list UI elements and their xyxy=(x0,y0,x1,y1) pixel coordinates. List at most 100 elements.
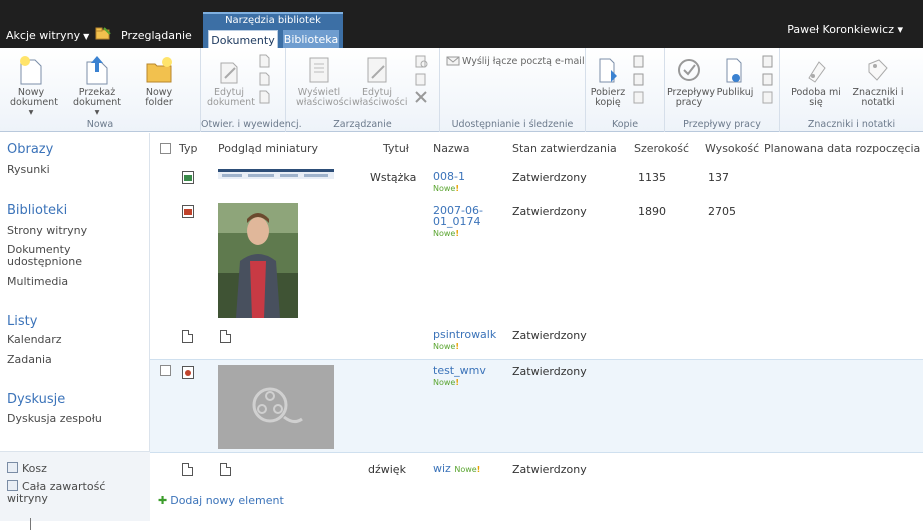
thumbnail-ribbon[interactable] xyxy=(218,169,334,179)
edit-properties-button[interactable]: Edytuj właściwości xyxy=(352,54,408,108)
version-history-icon[interactable] xyxy=(414,54,428,68)
recycle-bin-link[interactable]: Kosz xyxy=(7,462,47,475)
new-badge: Nowe! xyxy=(433,184,459,193)
row-name-link[interactable]: 008-1 Nowe! xyxy=(433,171,465,194)
workflows-button[interactable]: Przepływy pracy xyxy=(667,56,715,108)
row-name-link[interactable]: psintrowalk Nowe! xyxy=(433,329,496,352)
ql-item-multimedia[interactable]: Multimedia xyxy=(7,276,142,288)
ribbon-group-label: Znaczniki i notatki xyxy=(807,119,896,130)
thumbnail-photo[interactable] xyxy=(218,203,298,318)
go-to-source-icon[interactable] xyxy=(632,90,646,104)
ql-heading-listy[interactable]: Listy xyxy=(7,314,37,329)
image-file-icon xyxy=(182,205,194,218)
table-row[interactable]: 2007-06-01_0174 Nowe! Zatwierdzony 1890 2… xyxy=(150,199,923,319)
ql-heading-dyskusje[interactable]: Dyskusje xyxy=(7,392,65,407)
column-header-scheduled-start[interactable]: Planowana data rozpoczęcia xyxy=(764,142,920,155)
i-like-it-button[interactable]: Podoba mi się xyxy=(788,56,844,108)
edit-document-button[interactable]: Edytuj dokument xyxy=(207,60,255,108)
row-name-link[interactable]: 2007-06-01_0174 Nowe! xyxy=(433,205,485,239)
row-name-link[interactable]: test_wmv Nowe! xyxy=(433,365,486,388)
row-status: Zatwierdzony xyxy=(512,329,587,342)
column-header-approval-status[interactable]: Stan zatwierdzania xyxy=(512,142,617,155)
column-header-height[interactable]: Wysokość xyxy=(705,142,759,155)
ribbon-group-label: Udostępnianie i śledzenie xyxy=(451,119,574,130)
divider xyxy=(30,518,31,530)
new-badge: Nowe! xyxy=(433,378,459,387)
row-status: Zatwierdzony xyxy=(512,365,587,378)
email-link-icon xyxy=(446,56,460,66)
new-document-button[interactable]: Nowy dokument ▾ xyxy=(10,54,58,118)
check-in-icon[interactable] xyxy=(257,72,271,86)
ribbon-group-label: Kopie xyxy=(611,119,639,130)
ql-heading-obrazy[interactable]: Obrazy xyxy=(7,142,53,157)
ribbon-group-new: Nowy dokument ▾ Przekaż dokument ▾ Nowy … xyxy=(0,48,201,132)
table-row[interactable]: dźwięk wiz Nowe! Zatwierdzony xyxy=(150,457,923,487)
thumbnail-video[interactable] xyxy=(218,365,334,449)
publish-button[interactable]: Publikuj xyxy=(713,56,757,98)
ql-bottom-links: Kosz Cała zawartość witryny xyxy=(0,451,150,521)
discard-checkout-icon[interactable] xyxy=(257,90,271,104)
ql-heading-biblioteki[interactable]: Biblioteki xyxy=(7,203,67,218)
contextual-group-label: Narzędzia bibliotek xyxy=(225,15,321,26)
upload-document-button[interactable]: Przekaż dokument ▾ xyxy=(70,54,124,118)
permissions-icon[interactable] xyxy=(414,72,428,86)
email-link-button[interactable]: Wyślij łącze pocztą e-mail xyxy=(462,56,585,67)
row-height: 137 xyxy=(708,171,729,184)
select-all-checkbox[interactable] xyxy=(160,143,171,154)
ql-item-dyskusja-zespolu[interactable]: Dyskusja zespołu xyxy=(7,413,142,425)
top-bar: Akcje witryny ▼ Przeglądanie Narzędzia bi… xyxy=(0,0,923,50)
column-header-name[interactable]: Nazwa xyxy=(433,142,469,155)
new-document-icon xyxy=(20,56,42,85)
delete-icon[interactable] xyxy=(414,90,428,104)
ql-item-rysunki[interactable]: Rysunki xyxy=(7,164,142,176)
edit-document-icon xyxy=(220,62,238,84)
folder-edit-icon[interactable] xyxy=(95,26,111,40)
row-name-link[interactable]: wiz Nowe! xyxy=(433,463,480,475)
tag-icon xyxy=(868,59,888,81)
ql-item-strony-witryny[interactable]: Strony witryny xyxy=(7,225,142,237)
column-header-thumbnail[interactable]: Podgląd miniatury xyxy=(218,142,318,155)
tab-browse[interactable]: Przeglądanie xyxy=(121,29,192,42)
tab-library[interactable]: Biblioteka xyxy=(283,30,339,50)
row-status: Zatwierdzony xyxy=(512,171,587,184)
site-actions-menu[interactable]: Akcje witryny ▼ xyxy=(6,29,89,42)
column-header-type[interactable]: Typ xyxy=(179,142,198,155)
approve-reject-icon[interactable] xyxy=(761,72,775,86)
new-folder-button[interactable]: Nowy folder xyxy=(140,54,178,108)
ql-item-dokumenty-udostepnione[interactable]: Dokumenty udostępnione xyxy=(7,244,97,268)
ribbon-group-tags: Podoba mi się Znaczniki i notatki Znaczn… xyxy=(780,48,923,132)
ql-item-zadania[interactable]: Zadania xyxy=(7,354,142,366)
document-thumbnail-icon xyxy=(220,330,231,343)
caret-down-icon: ▼ xyxy=(83,32,90,41)
ql-item-kalendarz[interactable]: Kalendarz xyxy=(7,334,142,346)
check-out-icon[interactable] xyxy=(257,54,271,68)
user-menu[interactable]: Paweł Koronkiewicz ▾ xyxy=(787,23,903,36)
row-height: 2705 xyxy=(708,205,736,218)
view-properties-button[interactable]: Wyświetl właściwości xyxy=(296,54,352,108)
tab-documents[interactable]: Dokumenty xyxy=(208,30,278,50)
new-badge: Nowe! xyxy=(433,342,459,351)
download-copy-icon xyxy=(599,58,617,83)
document-list: Typ Podgląd miniatury Tytuł Nazwa Stan z… xyxy=(150,133,923,521)
new-folder-icon xyxy=(146,57,172,83)
row-title: dźwięk xyxy=(368,463,406,476)
new-badge: Nowe! xyxy=(454,465,481,474)
column-header-title[interactable]: Tytuł xyxy=(383,142,409,155)
table-row[interactable]: psintrowalk Nowe! Zatwierdzony xyxy=(150,323,923,355)
tags-notes-button[interactable]: Znaczniki i notatki xyxy=(846,56,910,108)
manage-copies-icon[interactable] xyxy=(632,72,646,86)
new-badge: Nowe! xyxy=(433,229,459,238)
row-width: 1135 xyxy=(638,171,666,184)
cancel-approval-icon[interactable] xyxy=(761,90,775,104)
ribbon-group-manage: Wyświetl właściwości Edytuj właściwości … xyxy=(286,48,440,132)
document-thumbnail-icon xyxy=(220,463,231,476)
row-checkbox[interactable] xyxy=(160,365,171,376)
unpublish-icon[interactable] xyxy=(761,54,775,68)
table-row-selected[interactable]: test_wmv Nowe! Zatwierdzony xyxy=(150,359,923,453)
all-site-content-link[interactable]: Cała zawartość witryny xyxy=(7,480,107,505)
column-header-width[interactable]: Szerokość xyxy=(634,142,689,155)
download-copy-button[interactable]: Pobierz kopię xyxy=(588,56,628,108)
send-to-icon[interactable] xyxy=(632,54,646,68)
add-new-item-link[interactable]: ✚ Dodaj nowy element xyxy=(158,494,284,507)
ribbon-group-label: Otwier. i wyewidencj. xyxy=(201,119,302,130)
